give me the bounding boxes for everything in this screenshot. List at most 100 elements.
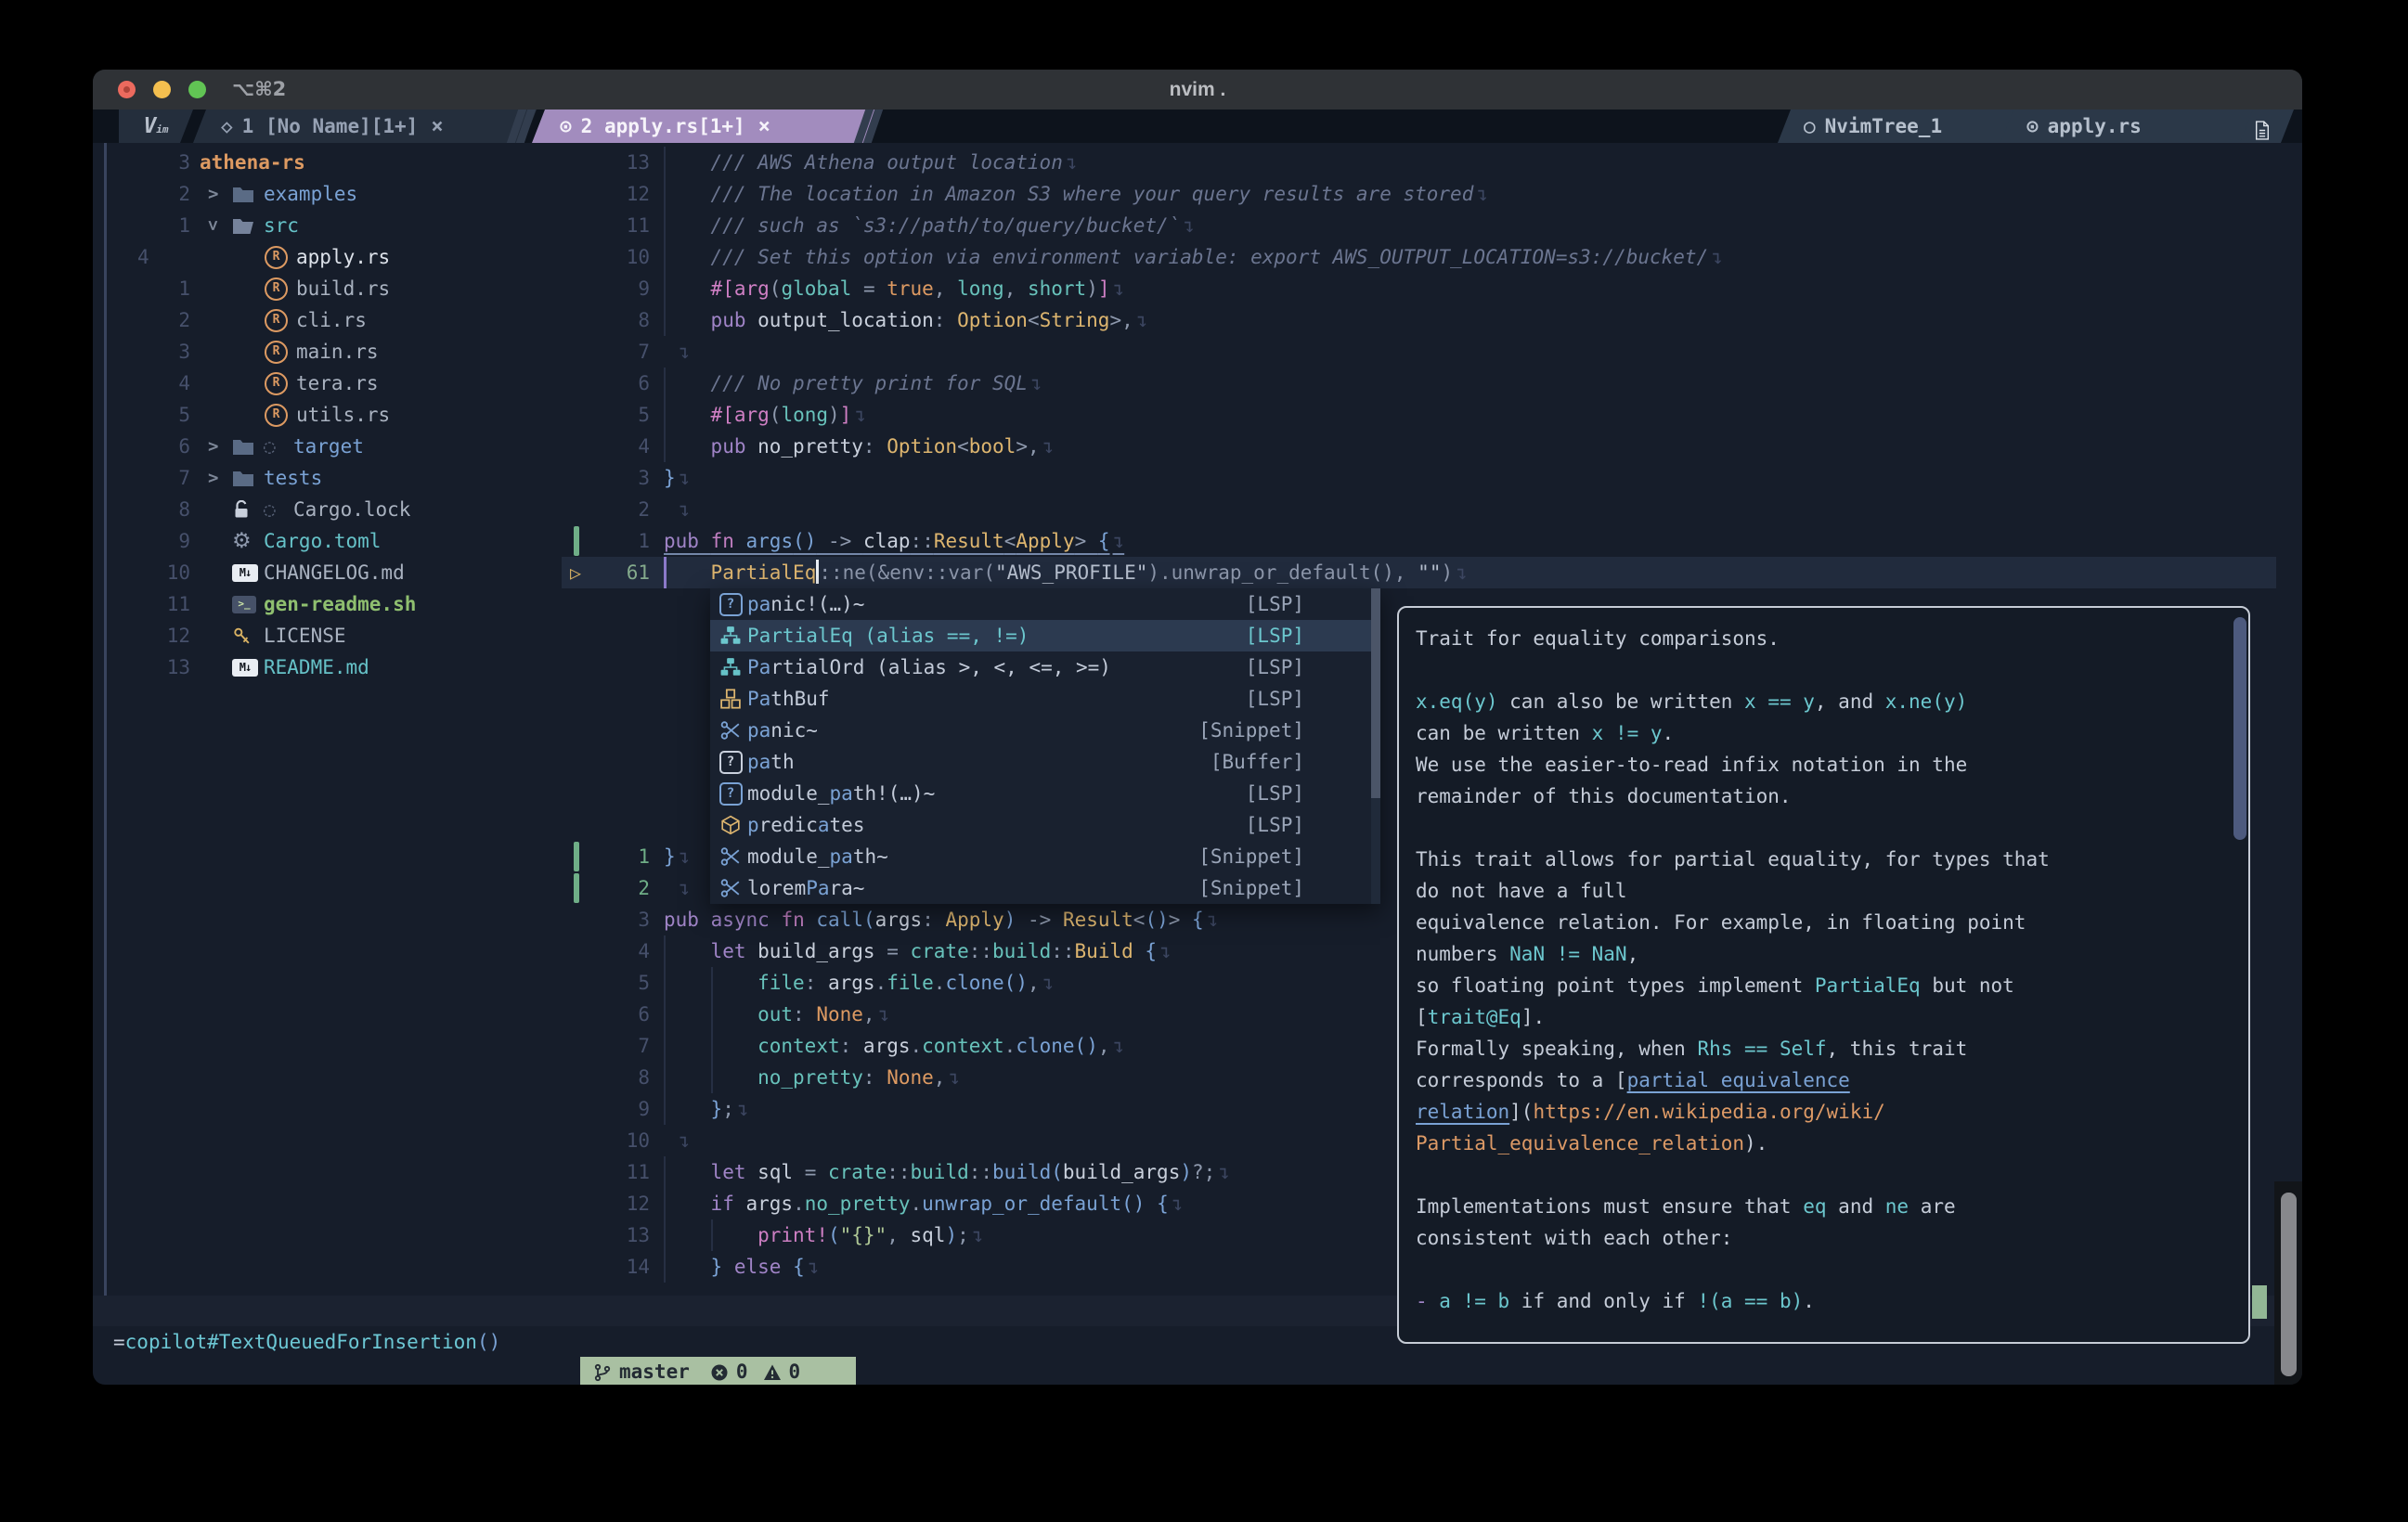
buffer-close-icon[interactable]: × [431,110,443,144]
indent-guide [664,999,666,1030]
indent-guide [664,178,666,210]
completion-source: [LSP] [1246,588,1304,620]
line-number: 5 [568,399,650,431]
tree-item-label: LICENSE [264,620,346,651]
code-line-12[interactable]: 12/// The location in Amazon S3 where yo… [93,178,2302,210]
tabpage-chip-NvimTree_1[interactable]: ○NvimTree_1 [1778,110,2017,143]
diagnostics-warning-count: 0 [789,1357,801,1385]
indent-guide [664,1188,666,1219]
code-line-61[interactable]: ▷61PartialEq::ne(&env::var("AWS_PROFILE"… [93,557,2302,588]
tree-item-README.md[interactable]: 13M↓README.md [93,651,557,683]
buffer-close-icon[interactable]: × [758,110,770,144]
line-number: 9 [568,273,650,304]
completion-item-7[interactable]: predicates[LSP] [710,809,1380,841]
tabpage-label: NvimTree_1 [1825,115,1942,137]
code-text: let build_args = crate::build::Build {↴ [711,935,1172,967]
line-number: 9 [568,1093,650,1125]
tree-line-number: 13 [111,651,190,683]
close-window-button[interactable] [118,81,136,98]
completion-item-9[interactable]: loremPara~[Snippet] [710,872,1380,904]
code-text: /// No pretty print for SQL↴ [711,368,1042,399]
eol-mark: ↴ [878,1003,890,1025]
line-number: 11 [568,1156,650,1188]
line-number: 13 [568,147,650,178]
line-number: 4 [568,431,650,462]
minimize-window-button[interactable] [153,81,171,98]
code-line-13[interactable]: 13/// AWS Athena output location↴ [93,147,2302,178]
line-number: 8 [568,304,650,336]
indent-guide [664,1062,666,1093]
completion-label: module_path~ [747,841,888,872]
indent-guide [664,368,666,399]
code-text: file: args.file.clone(),↴ [757,967,1054,999]
indent-guide [664,935,666,967]
popup-scrollbar-thumb[interactable] [1371,588,1380,798]
code-line-10[interactable]: 10/// Set this option via environment va… [93,241,2302,273]
line-number: 12 [568,178,650,210]
code-text: print!("{}", sql);↴ [757,1219,983,1251]
code-line-4[interactable]: 4pub no_pretty: Option<bool>,↴ [93,431,2302,462]
code-line-6[interactable]: 6/// No pretty print for SQL↴ [93,368,2302,399]
eol-mark: ↴ [679,341,691,363]
line-number: 3 [568,904,650,935]
completion-kind-icon [718,715,744,746]
buffer-tab-2[interactable]: ⊙2 apply.rs[1+]× [532,110,876,143]
code-text: pub fn args() -> clap::Result<Apply> {↴ [664,525,1124,557]
buffer-tab-1[interactable]: ◇1 [No Name][1+]× [193,110,537,143]
tabpage-chip-apply.rs[interactable]: ⊙apply.rs [2000,110,2259,143]
code-text: pub async fn call(args: Apply) -> Result… [664,904,1218,935]
tree-line-number: 12 [111,620,190,651]
code-text: }↴ [664,462,690,494]
md-icon: M↓ [232,651,258,683]
tree-item-gen-readme.sh[interactable]: 11>_gen-readme.sh [93,588,557,620]
doc-line-3: can be written x != y. [1416,717,2248,749]
macos-scrollbar-thumb[interactable] [2281,1193,2297,1376]
titlebar[interactable]: ⌥⌘2 nvim . [93,70,2302,110]
file-icon [2254,120,2271,141]
vim-logo-tab[interactable]: Vim [119,110,193,143]
line-number: 2 [568,872,650,904]
code-line-1[interactable]: 1pub fn args() -> clap::Result<Apply> {↴ [93,525,2302,557]
eol-mark: ↴ [1207,909,1219,931]
indent-guide [664,431,666,462]
doc-scrollbar-thumb[interactable] [2233,617,2246,840]
window-shortcut: ⌥⌘2 [232,70,286,110]
tree-item-LICENSE[interactable]: 12 LICENSE [93,620,557,651]
doc-line-2: x.eq(y) can also be written x == y, and … [1416,686,2248,717]
completion-item-3[interactable]: PathBuf[LSP] [710,683,1380,715]
line-number: 61 [568,557,650,588]
completion-item-2[interactable]: PartialOrd (alias >, <, <=, >=)[LSP] [710,651,1380,683]
completion-popup: ?panic!(…)~[LSP]PartialEq (alias ==, !=)… [710,588,1380,904]
zoom-window-button[interactable] [188,81,206,98]
code-text: /// Set this option via environment vari… [711,241,1723,273]
code-line-3[interactable]: 3}↴ [93,462,2302,494]
completion-item-8[interactable]: module_path~[Snippet] [710,841,1380,872]
doc-link[interactable]: partial equivalence [1627,1069,1850,1091]
indent-guide [711,1062,713,1093]
code-line-7[interactable]: 7↴ [93,336,2302,368]
completion-item-6[interactable]: ?module_path!(…)~[LSP] [710,778,1380,809]
completion-item-4[interactable]: panic~[Snippet] [710,715,1380,746]
code-text: ↴ [676,336,691,368]
buffer-tab-label: 1 [No Name][1+] [242,115,419,137]
eol-mark: ↴ [972,1224,984,1246]
doc-link[interactable]: relation [1416,1101,1509,1123]
code-text: if args.no_pretty.unwrap_or_default() {↴ [711,1188,1184,1219]
code-line-2[interactable]: 2↴ [93,494,2302,525]
code-text: } else {↴ [711,1251,820,1283]
code-line-5[interactable]: 5#[arg(long)]↴ [93,399,2302,431]
completion-item-0[interactable]: ?panic!(…)~[LSP] [710,588,1380,620]
indent-guide [664,1156,666,1188]
doc-scrollbar-thumb-green[interactable] [2252,1285,2267,1319]
eol-mark: ↴ [1159,940,1172,962]
indent-guide [711,1219,713,1251]
code-line-9[interactable]: 9#[arg(global = true, long, short)]↴ [93,273,2302,304]
code-text: out: None,↴ [757,999,889,1030]
code-line-11[interactable]: 11/// such as `s3://path/to/query/bucket… [93,210,2302,241]
completion-kind-icon: ? [718,746,744,778]
line-number: 10 [568,1125,650,1156]
completion-item-1[interactable]: PartialEq (alias ==, !=)[LSP] [710,620,1380,651]
code-line-8[interactable]: 8pub output_location: Option<String>,↴ [93,304,2302,336]
completion-kind-icon [718,841,744,872]
completion-item-5[interactable]: ?path[Buffer] [710,746,1380,778]
